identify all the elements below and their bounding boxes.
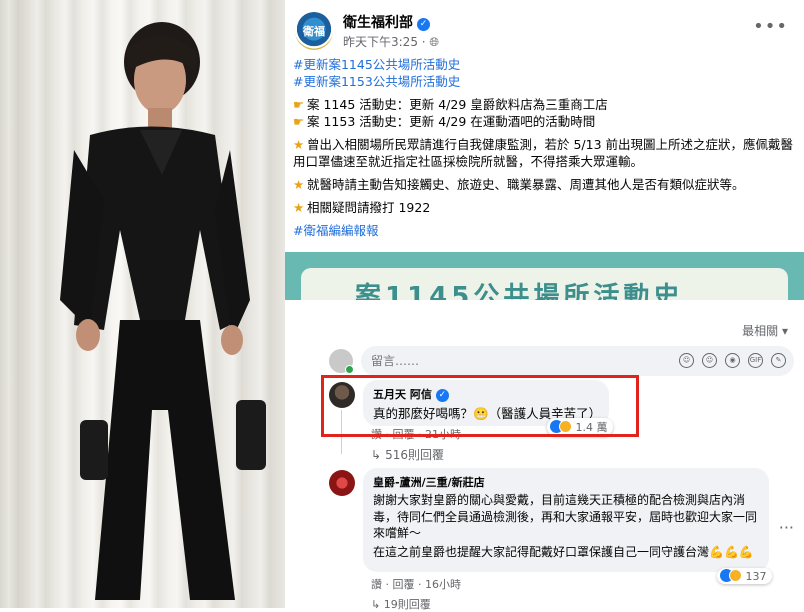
haha-icon [729, 569, 742, 582]
post-notice-1: ★ 曾出入相關場所民眾請進行自我健康監測，若於 5/13 前出現圖上所述之症狀，應… [293, 136, 798, 170]
sort-dropdown[interactable]: 最相關 ▾ [742, 322, 788, 339]
hashtag-2[interactable]: #更新案1153公共場所活動史 [293, 73, 798, 90]
commenter-name[interactable]: 皇爵-蘆洲/三重/新莊店 [373, 474, 759, 490]
reply-arrow-icon: ↳ [371, 448, 382, 462]
pointing-hand-icon: ☛ [293, 114, 305, 129]
pointing-hand-icon: ☛ [293, 97, 305, 112]
post-line-1: ☛ 案 1145 活動史：更新 4/29 皇爵飲料店為三重商工店 [293, 96, 798, 113]
page-name[interactable]: 衛生福利部 ✓ [343, 12, 430, 32]
post-timestamp[interactable]: 昨天下午3:25 · 🌐︎ [343, 33, 439, 50]
star-icon: ★ [293, 177, 305, 192]
input-toolbar: ☺ ☺ ◉ GIF ✎ [679, 353, 786, 368]
more-options-icon[interactable]: ••• [753, 16, 788, 37]
hashtag-1[interactable]: #更新案1145公共場所活動史 [293, 56, 798, 73]
comment-input[interactable] [361, 346, 661, 376]
post-body: #更新案1145公共場所活動史 #更新案1153公共場所活動史 ☛ 案 1145 … [293, 56, 798, 239]
view-replies-link-partial[interactable]: ↳ 19則回覆 [371, 596, 431, 612]
post-notice-3: ★ 相關疑問請撥打 1922 [293, 199, 798, 216]
banner-title: 案1145公共場所活動史 [355, 282, 684, 300]
comment-text-2: 在這之前皇爵也提醒大家記得配戴好口罩保護自己一同守護台灣💪💪💪 [373, 544, 754, 559]
avatar-sticker-icon[interactable]: ☺ [679, 353, 694, 368]
globe-icon: 🌐︎ [429, 35, 440, 49]
post-time-label[interactable]: 昨天下午3:25 · [343, 35, 429, 49]
comments-section: 最相關 ▾ ☺ ☺ ◉ GIF ✎ 五月天 阿信✓ 真的那麼好喝嗎？😬（醫護人員… [285, 310, 804, 611]
post-image-banner[interactable]: 案1145公共場所活動史 [285, 252, 804, 300]
commenter-avatar[interactable] [329, 470, 355, 496]
star-icon: ★ [293, 200, 305, 215]
photo-person-in-black [0, 0, 285, 608]
star-icon: ★ [293, 137, 305, 152]
page-name-label[interactable]: 衛生福利部 [343, 15, 413, 31]
comment-bubble: 皇爵-蘆洲/三重/新莊店 謝謝大家對皇爵的關心與愛戴，目前這幾天正積極的配合檢測… [363, 468, 769, 572]
facebook-post: 衛福 衛生福利部 ✓ 昨天下午3:25 · 🌐︎ ••• #更新案1145公共場所… [285, 0, 804, 300]
post-notice-1-text: 曾出入相關場所民眾請進行自我健康監測，若於 5/13 前出現圖上所述之症狀，應佩… [293, 137, 794, 169]
comment-more-icon[interactable]: ··· [779, 518, 794, 537]
comment-text: 謝謝大家對皇爵的關心與愛戴，目前這幾天正積極的配合檢測與店內消毒，待同仁們全員通… [373, 493, 758, 540]
sticker-icon[interactable]: ✎ [771, 353, 786, 368]
current-user-avatar[interactable] [329, 349, 354, 374]
organization-avatar[interactable]: 衛福 [295, 12, 333, 50]
post-line-1-text: 案 1145 活動史：更新 4/29 皇爵飲料店為三重商工店 [307, 97, 608, 112]
post-signature-hashtag[interactable]: #衛福編編報報 [293, 222, 798, 239]
reaction-count-label: 137 [745, 570, 767, 583]
verified-badge-icon: ✓ [417, 18, 430, 31]
comment-actions[interactable]: 讚 · 回覆 · 16小時 [371, 576, 461, 592]
reaction-count[interactable]: 137 [717, 568, 772, 584]
emoji-icon[interactable]: ☺ [702, 353, 717, 368]
gif-icon[interactable]: GIF [748, 353, 763, 368]
replies-label[interactable]: 516則回覆 [385, 448, 444, 462]
camera-icon[interactable]: ◉ [725, 353, 740, 368]
post-line-2-text: 案 1153 活動史：更新 4/29 在運動酒吧的活動時間 [307, 114, 596, 129]
view-replies-link[interactable]: ↳ 516則回覆 [371, 446, 448, 463]
post-notice-2: ★ 就醫時請主動告知接觸史、旅遊史、職業暴露、周遭其他人是否有類似症狀等。 [293, 176, 798, 193]
post-notice-2-text: 就醫時請主動告知接觸史、旅遊史、職業暴露、周遭其他人是否有類似症狀等。 [307, 177, 745, 192]
comment-input-box[interactable]: ☺ ☺ ◉ GIF ✎ [361, 346, 794, 376]
post-line-2: ☛ 案 1153 活動史：更新 4/29 在運動酒吧的活動時間 [293, 113, 798, 130]
post-notice-3-text: 相關疑問請撥打 1922 [307, 200, 431, 215]
highlight-box [321, 375, 639, 437]
org-logo-text: 衛福 [303, 25, 325, 38]
person-figure [60, 22, 266, 600]
